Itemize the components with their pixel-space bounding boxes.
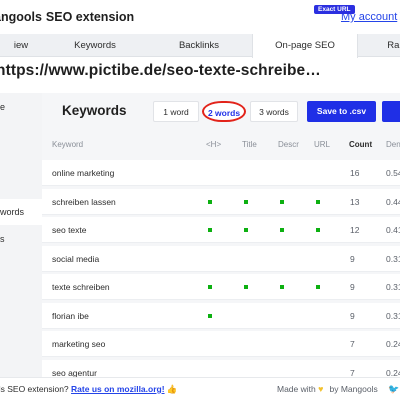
keyword-cell: schreiben lassen <box>52 196 116 207</box>
col-header-title[interactable]: Title <box>242 140 257 149</box>
footer-question: ols SEO extension? <box>0 384 69 394</box>
count-cell: 9 <box>350 310 355 321</box>
presence-dot-descr <box>280 199 284 204</box>
keyword-cell: florian ibe <box>52 310 89 321</box>
presence-dot-descr <box>280 228 284 232</box>
presence-dot-title <box>244 199 248 204</box>
brand-name: angools <box>0 10 42 24</box>
count-cell: 9 <box>350 282 355 292</box>
sidebar-item-other[interactable]: s <box>0 234 5 244</box>
col-header-descr[interactable]: Descr <box>278 140 299 149</box>
sidebar-item-keywords[interactable]: words <box>0 199 42 225</box>
density-cell: 0.31 <box>386 253 400 264</box>
brand-subtitle: SEO extension <box>45 10 135 24</box>
table-row[interactable]: seo texte 12 0.41 <box>42 217 400 243</box>
tab-keywords[interactable]: Keywords <box>52 34 138 57</box>
twitter-icon[interactable]: 🐦 <box>388 384 399 395</box>
two-words-button[interactable]: 2 words <box>202 101 246 122</box>
col-header-count[interactable]: Count <box>349 140 372 149</box>
col-header-h[interactable]: <H> <box>206 140 221 149</box>
keyword-cell: seo texte <box>52 225 87 235</box>
sidebar-item-label: words <box>0 207 25 217</box>
density-cell: 0.41 <box>386 225 400 235</box>
heart-icon: ♥ <box>318 384 324 394</box>
presence-dot-h <box>208 228 212 232</box>
presence-dot-descr <box>280 285 284 289</box>
brand-title: angoolsSEO extension <box>0 10 134 24</box>
table-row[interactable]: texte schreiben 9 0.31 <box>42 274 400 300</box>
extension-window: angoolsSEO extension My account ✕ iew Ke… <box>0 0 400 400</box>
analyzed-url: https://www.pictibe.de/seo-texte-schreib… <box>0 62 321 79</box>
tab-backlinks[interactable]: Backlinks <box>146 34 252 57</box>
table-row[interactable]: schreiben lassen 13 0.44 <box>42 188 400 215</box>
presence-dot-url <box>316 285 320 289</box>
rate-us-link[interactable]: Rate us on mozilla.org! <box>71 384 165 394</box>
count-cell: 7 <box>350 339 355 349</box>
exact-url-badge: Exact URL <box>314 5 355 14</box>
panel-title: Keywords <box>62 103 127 118</box>
density-cell: 0.31 <box>386 282 400 292</box>
tab-on-page-seo[interactable]: On-page SEO <box>252 34 358 58</box>
density-cell: 0.54 <box>386 168 400 178</box>
footer: ols SEO extension? Rate us on mozilla.or… <box>0 377 400 400</box>
table-row[interactable]: social media 9 0.31 <box>42 245 400 272</box>
footer-rate-text: ols SEO extension? Rate us on mozilla.or… <box>0 384 178 395</box>
made-with-text: Made with <box>277 384 316 394</box>
keyword-cell: social media <box>52 253 100 264</box>
presence-dot-h <box>208 313 212 318</box>
col-header-density[interactable]: Den <box>386 140 400 149</box>
density-cell: 0.44 <box>386 196 400 207</box>
density-cell: 0.31 <box>386 310 400 321</box>
one-word-button[interactable]: 1 word <box>153 101 199 122</box>
footer-made-with: Made with ♥ by Mangools <box>277 384 378 394</box>
density-cell: 0.24 <box>386 339 400 349</box>
sidebar: e words s <box>0 93 42 377</box>
by-mangools-text: by Mangools <box>329 384 378 394</box>
tab-bar: iew Keywords Backlinks On-page SEO Ran <box>0 34 400 58</box>
save-csv-button[interactable]: Save to .csv <box>307 101 376 122</box>
secondary-action-button[interactable] <box>382 101 400 122</box>
count-cell: 9 <box>350 253 355 264</box>
analyzed-url-line: https://www.pictibe.de/seo-texte-schreib… <box>0 62 321 84</box>
presence-dot-url <box>316 228 320 232</box>
keyword-cell: online marketing <box>52 168 115 178</box>
count-cell: 16 <box>350 168 360 178</box>
presence-dot-h <box>208 285 212 289</box>
sidebar-item-overview[interactable]: e <box>0 102 5 112</box>
presence-dot-title <box>244 228 248 232</box>
table-row[interactable]: marketing seo 7 0.24 <box>42 331 400 357</box>
col-header-keyword[interactable]: Keyword <box>52 140 83 149</box>
three-words-button[interactable]: 3 words <box>250 101 298 122</box>
tab-rank[interactable]: Ran <box>376 34 400 57</box>
table-row[interactable]: online marketing 16 0.54 <box>42 160 400 186</box>
count-cell: 13 <box>350 196 360 207</box>
presence-dot-url <box>316 199 320 204</box>
presence-dot-title <box>244 285 248 289</box>
table-row[interactable]: florian ibe 9 0.31 <box>42 302 400 329</box>
keyword-cell: texte schreiben <box>52 282 110 292</box>
tab-overview[interactable]: iew <box>0 34 52 57</box>
keyword-cell: marketing seo <box>52 339 106 349</box>
presence-dot-h <box>208 199 212 204</box>
count-cell: 12 <box>350 225 360 235</box>
col-header-url[interactable]: URL <box>314 140 330 149</box>
thumbs-up-icon: 👍 <box>166 384 178 394</box>
